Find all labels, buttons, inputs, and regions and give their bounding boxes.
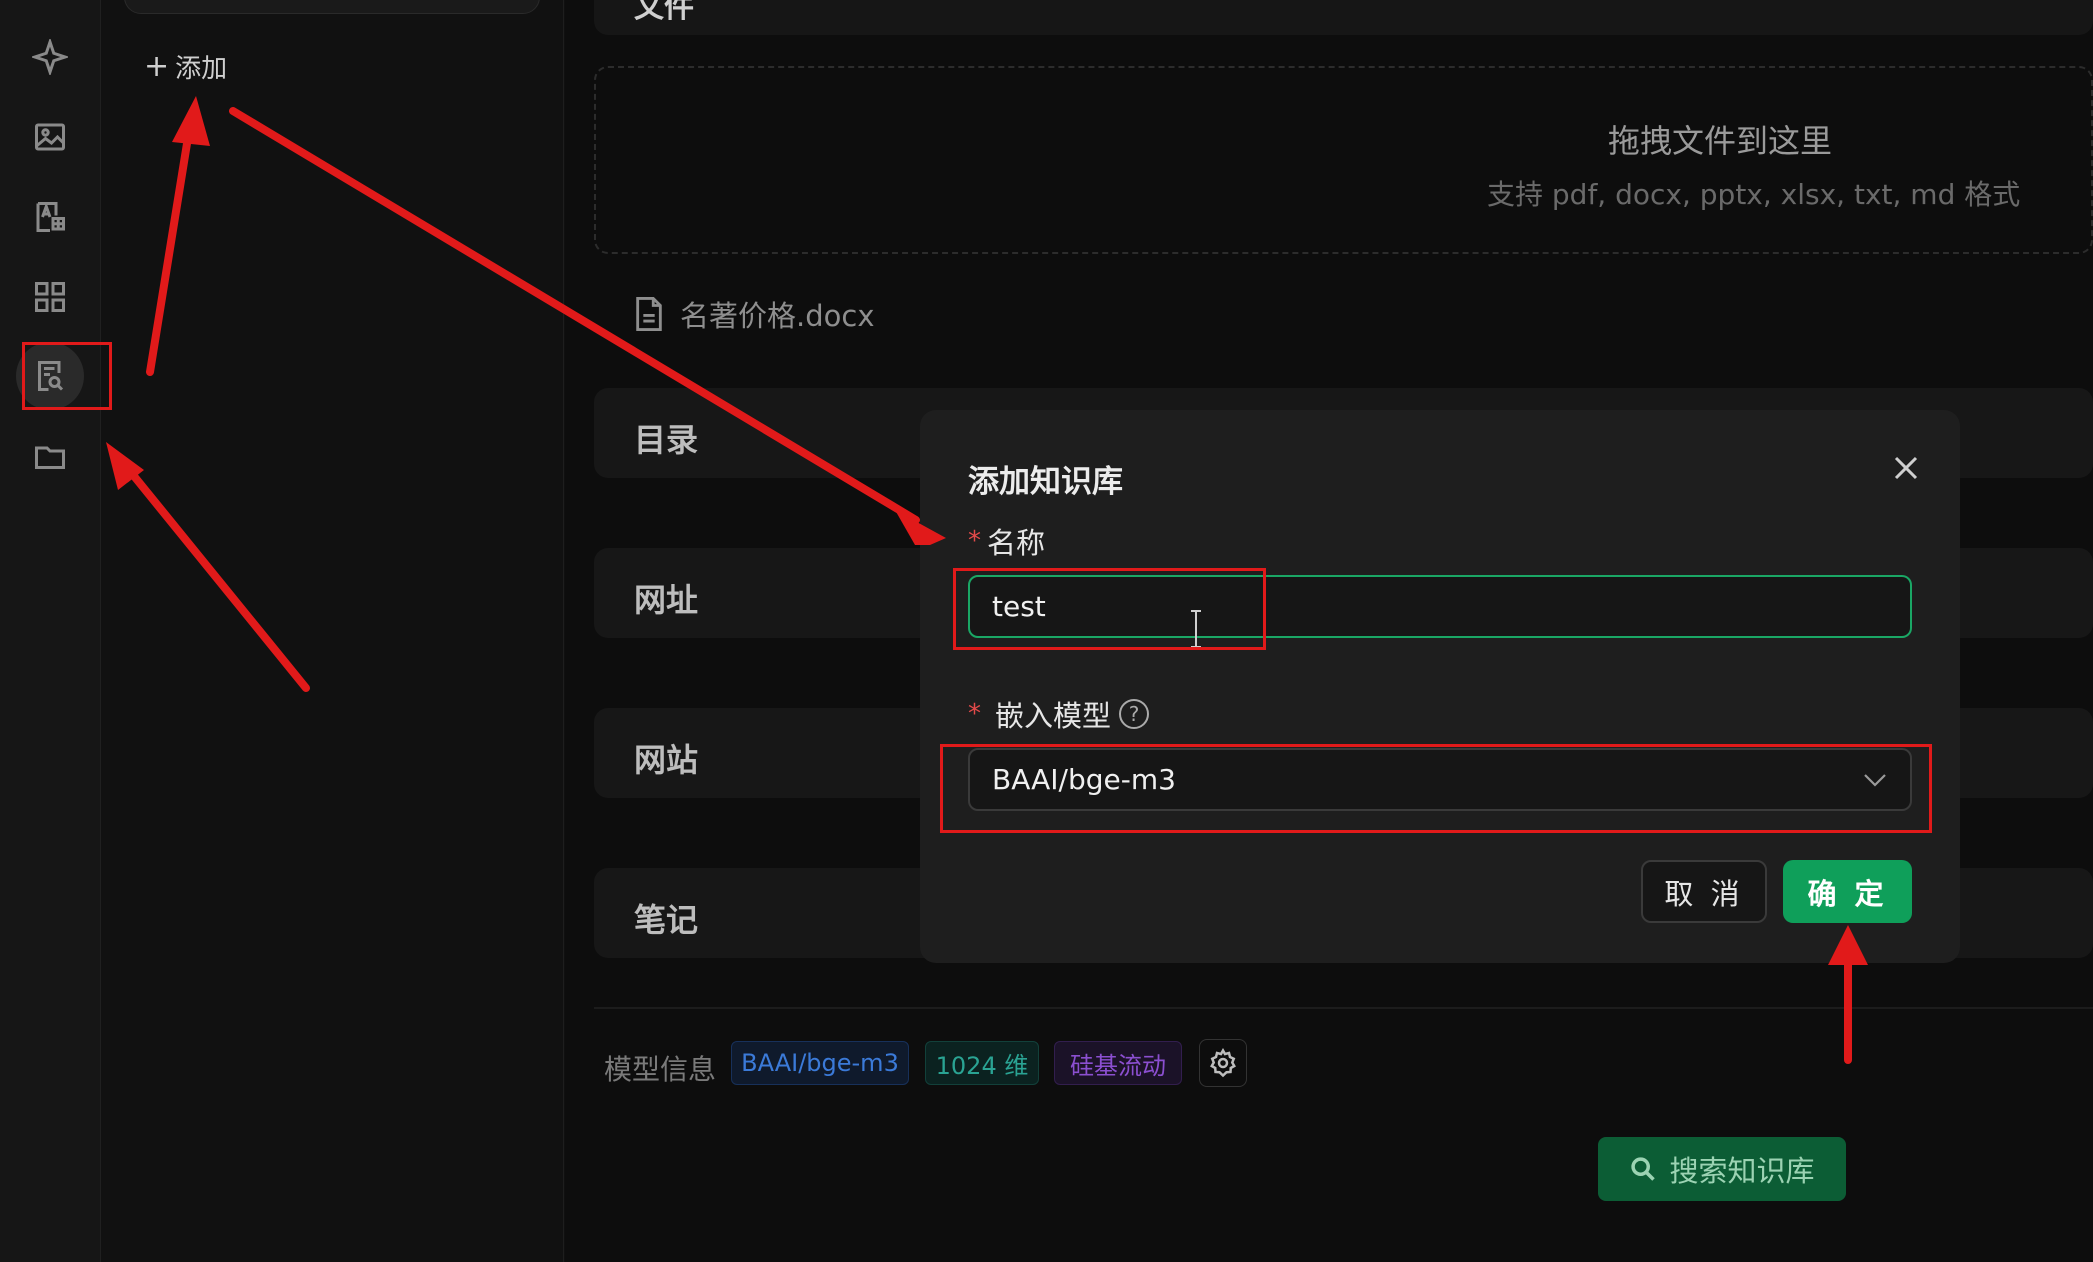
folder-icon[interactable] [26, 433, 74, 481]
sparkle-icon[interactable] [26, 33, 74, 81]
apps-grid-icon[interactable] [26, 273, 74, 321]
name-label-text: 名称 [987, 526, 1046, 560]
help-icon[interactable]: ? [1119, 699, 1150, 729]
document-icon [636, 297, 662, 331]
provider-tag: 硅基流动 [1054, 1041, 1182, 1085]
model-settings-button[interactable] [1199, 1039, 1247, 1087]
divider [594, 1007, 2093, 1009]
search-knowledge-button[interactable]: 搜索知识库 [1598, 1137, 1846, 1201]
text-cursor-icon [1188, 609, 1204, 649]
close-button[interactable] [1884, 446, 1928, 490]
section-title-website: 网站 [634, 741, 699, 779]
dimension-tag: 1024 维 [925, 1041, 1039, 1085]
section-title-url: 网址 [634, 581, 699, 619]
model-tag: BAAI/bge-m3 [731, 1041, 909, 1085]
search-knowledge-label: 搜索知识库 [1669, 1154, 1815, 1188]
embed-model-label: * 嵌入模型 ? [968, 693, 1150, 735]
chevron-down-icon [1864, 773, 1886, 787]
embed-model-value: BAAI/bge-m3 [992, 763, 1176, 796]
list-search-input[interactable] [124, 0, 540, 14]
modal-title: 添加知识库 [968, 464, 1123, 500]
image-icon[interactable] [26, 113, 74, 161]
name-input[interactable] [968, 575, 1912, 638]
file-section [594, 0, 2093, 35]
file-section-title: 文件 [634, 0, 694, 25]
add-knowledge-button[interactable]: + 添加 [144, 48, 227, 85]
translate-icon[interactable] [26, 193, 74, 241]
search-icon [1631, 1157, 1656, 1181]
embed-label-text: 嵌入模型 [995, 699, 1112, 733]
dropzone-subtitle: 支持 pdf, docx, pptx, xlsx, txt, md 格式 [1487, 178, 2021, 211]
section-title-directory: 目录 [634, 421, 699, 459]
file-name: 名著价格.docx [680, 299, 875, 333]
add-label: 添加 [175, 54, 228, 84]
gear-icon [1210, 1048, 1236, 1078]
required-mark: * [968, 699, 981, 729]
knowledge-list-panel [101, 0, 564, 1262]
close-icon [1894, 456, 1918, 480]
dropzone-title: 拖拽文件到这里 [1608, 122, 1833, 160]
file-item[interactable]: 名著价格.docx [634, 293, 874, 335]
icon-rail [0, 0, 101, 1262]
name-label: * 名称 [968, 520, 1045, 562]
plus-icon: + [144, 48, 170, 84]
knowledge-base-icon[interactable] [16, 342, 84, 410]
file-dropzone[interactable] [594, 66, 2093, 254]
required-mark: * [968, 526, 981, 556]
model-info-label: 模型信息 [604, 1053, 717, 1086]
section-title-notes: 笔记 [634, 901, 699, 939]
cancel-button[interactable]: 取 消 [1641, 860, 1767, 923]
embed-model-select[interactable]: BAAI/bge-m3 [968, 748, 1912, 811]
confirm-button[interactable]: 确 定 [1783, 860, 1912, 923]
